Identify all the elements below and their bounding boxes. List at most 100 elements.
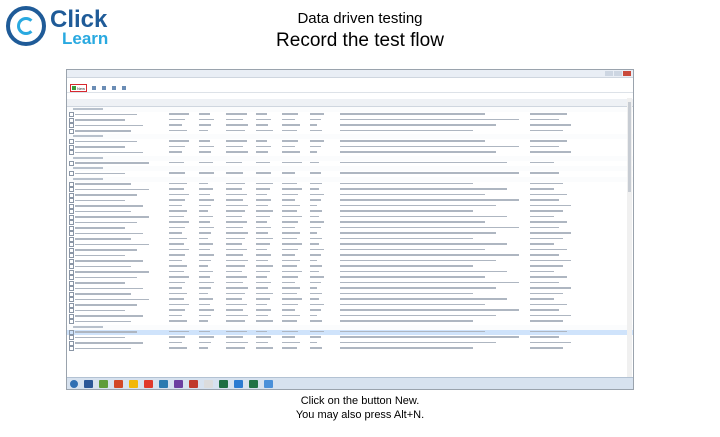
toolbar-button[interactable] bbox=[111, 85, 117, 91]
row-checkbox-icon[interactable] bbox=[69, 302, 74, 308]
row-checkbox-icon[interactable] bbox=[69, 340, 74, 346]
slide-title: Data driven testing bbox=[297, 10, 423, 27]
maximize-button[interactable] bbox=[614, 71, 622, 76]
start-button-icon[interactable] bbox=[70, 379, 78, 388]
col-header[interactable] bbox=[338, 99, 528, 106]
vertical-scrollbar[interactable] bbox=[627, 98, 632, 377]
row-checkbox-icon[interactable] bbox=[69, 308, 74, 313]
row-checkbox-icon[interactable] bbox=[69, 313, 74, 319]
taskbar-app-icon[interactable] bbox=[189, 379, 198, 388]
row-checkbox-icon[interactable] bbox=[69, 160, 74, 166]
col-header[interactable] bbox=[308, 99, 338, 106]
table-cell bbox=[224, 150, 254, 156]
row-checkbox-icon[interactable] bbox=[69, 123, 74, 128]
table-cell bbox=[197, 150, 224, 156]
col-header[interactable] bbox=[224, 99, 254, 106]
row-checkbox-icon[interactable] bbox=[69, 346, 74, 351]
row-checkbox-icon[interactable] bbox=[69, 117, 74, 123]
taskbar-app-icon[interactable] bbox=[99, 379, 108, 388]
table-row[interactable] bbox=[67, 171, 633, 177]
table-cell bbox=[167, 161, 197, 167]
row-checkbox-icon[interactable] bbox=[69, 236, 74, 242]
close-button[interactable] bbox=[623, 71, 631, 76]
row-checkbox-icon[interactable] bbox=[69, 144, 74, 150]
col-header[interactable] bbox=[528, 99, 598, 106]
row-checkbox-icon[interactable] bbox=[69, 335, 74, 340]
toolbar-button[interactable] bbox=[121, 85, 127, 91]
toolbar-button[interactable] bbox=[91, 85, 97, 91]
grid-header bbox=[67, 99, 633, 107]
table-row[interactable] bbox=[67, 346, 633, 352]
table-row[interactable] bbox=[67, 319, 633, 325]
new-button-label: New bbox=[77, 85, 86, 91]
row-checkbox-icon[interactable] bbox=[69, 112, 74, 117]
col-header[interactable] bbox=[167, 99, 197, 106]
row-checkbox-icon[interactable] bbox=[69, 225, 74, 231]
row-checkbox-icon[interactable] bbox=[69, 192, 74, 198]
row-checkbox-icon[interactable] bbox=[69, 209, 74, 214]
col-header[interactable] bbox=[280, 99, 308, 106]
new-button[interactable]: New bbox=[70, 84, 88, 92]
col-header[interactable] bbox=[67, 99, 167, 106]
taskbar-app-icon[interactable] bbox=[264, 379, 273, 388]
table-cell bbox=[528, 319, 598, 325]
row-checkbox-icon[interactable] bbox=[69, 297, 74, 302]
table-cell bbox=[280, 129, 308, 135]
table-cell bbox=[254, 161, 280, 167]
table-cell bbox=[167, 129, 197, 135]
taskbar-app-icon[interactable] bbox=[129, 379, 138, 388]
table-cell bbox=[280, 319, 308, 325]
row-checkbox-icon[interactable] bbox=[69, 253, 74, 258]
row-checkbox-icon[interactable] bbox=[69, 231, 74, 236]
table-cell bbox=[254, 346, 280, 352]
row-checkbox-icon[interactable] bbox=[69, 247, 74, 253]
row-checkbox-icon[interactable] bbox=[69, 150, 74, 155]
row-checkbox-icon[interactable] bbox=[69, 275, 74, 280]
table-cell bbox=[224, 129, 254, 135]
taskbar-app-icon[interactable] bbox=[159, 379, 168, 388]
row-checkbox-icon[interactable] bbox=[69, 214, 74, 220]
row-checkbox-icon[interactable] bbox=[69, 242, 74, 247]
table-cell bbox=[167, 171, 197, 177]
minimize-button[interactable] bbox=[605, 71, 613, 76]
row-checkbox-icon[interactable] bbox=[69, 258, 74, 264]
table-cell bbox=[308, 129, 338, 135]
taskbar-app-icon[interactable] bbox=[114, 379, 123, 388]
row-checkbox-icon[interactable] bbox=[69, 139, 74, 144]
row-checkbox-icon[interactable] bbox=[69, 220, 74, 225]
table-cell bbox=[197, 171, 224, 177]
toolbar-button[interactable] bbox=[101, 85, 107, 91]
row-checkbox-icon[interactable] bbox=[69, 198, 74, 203]
taskbar-app-icon[interactable] bbox=[219, 379, 228, 388]
row-checkbox-icon[interactable] bbox=[69, 280, 74, 286]
row-checkbox-icon[interactable] bbox=[69, 203, 74, 209]
row-checkbox-icon[interactable] bbox=[69, 187, 74, 192]
table-cell bbox=[67, 171, 167, 177]
taskbar-app-icon[interactable] bbox=[204, 379, 213, 388]
row-checkbox-icon[interactable] bbox=[69, 269, 74, 275]
col-header[interactable] bbox=[254, 99, 280, 106]
taskbar-app-icon[interactable] bbox=[174, 379, 183, 388]
col-header[interactable] bbox=[197, 99, 224, 106]
row-checkbox-icon[interactable] bbox=[69, 181, 74, 187]
taskbar-app-icon[interactable] bbox=[84, 379, 93, 388]
table-cell bbox=[254, 319, 280, 325]
taskbar-app-icon[interactable] bbox=[144, 379, 153, 388]
row-checkbox-icon[interactable] bbox=[69, 319, 74, 324]
table-cell bbox=[338, 346, 528, 352]
row-checkbox-icon[interactable] bbox=[69, 329, 74, 335]
row-checkbox-icon[interactable] bbox=[69, 291, 74, 297]
table-cell bbox=[197, 319, 224, 325]
row-checkbox-icon[interactable] bbox=[69, 128, 74, 134]
table-row[interactable] bbox=[67, 128, 633, 135]
table-row[interactable] bbox=[67, 150, 633, 156]
table-cell bbox=[528, 171, 598, 177]
table-row[interactable] bbox=[67, 160, 633, 167]
row-checkbox-icon[interactable] bbox=[69, 264, 74, 269]
taskbar-app-icon[interactable] bbox=[234, 379, 243, 388]
table-cell bbox=[254, 171, 280, 177]
table-cell bbox=[280, 150, 308, 156]
taskbar-app-icon[interactable] bbox=[249, 379, 258, 388]
row-checkbox-icon[interactable] bbox=[69, 171, 74, 176]
row-checkbox-icon[interactable] bbox=[69, 286, 74, 291]
